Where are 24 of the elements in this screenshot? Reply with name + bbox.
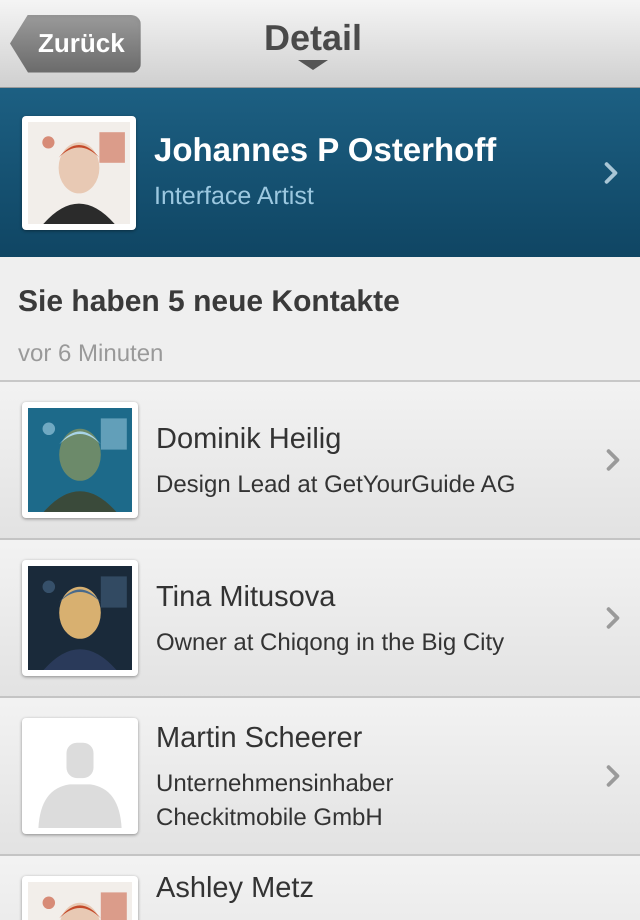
contact-row[interactable]: Martin Scheerer Unternehmensinhaber Checkitmobile GmbH (0, 698, 640, 856)
back-button[interactable]: Zurück (10, 14, 141, 72)
profile-name: Johannes P Osterhoff (154, 130, 498, 170)
contact-name: Ashley Metz (156, 871, 315, 906)
contact-row[interactable]: Dominik Heilig Design Lead at GetYourGuide AG (0, 382, 640, 540)
contact-description: Checkitmobile GmbH (156, 802, 384, 833)
page-title: Detail (264, 20, 362, 56)
contact-name: Martin Scheerer (156, 721, 364, 756)
contact-description: Design Lead at GetYourGuide AG (156, 470, 516, 500)
notice-time: vor 6 Minuten (18, 339, 164, 369)
chevron-right-icon (604, 162, 618, 184)
contact-name: Dominik Heilig (156, 422, 342, 458)
chevron-right-icon (606, 607, 620, 629)
contact-description: Owner at Chiqong in the Big City (156, 628, 506, 658)
contact-row[interactable]: Ashley Metz (0, 856, 640, 920)
chevron-right-icon (606, 765, 620, 787)
contact-name: Tina Mitusova (156, 580, 336, 616)
profile-header[interactable]: Johannes P Osterhoff Interface Artist (0, 88, 640, 257)
dropdown-triangle-icon (298, 60, 328, 70)
notice-title: Sie haben 5 neue Kontakte (18, 284, 401, 320)
contact-description: Unternehmensinhaber (156, 768, 394, 799)
chevron-right-icon (606, 449, 620, 471)
profile-role: Interface Artist (154, 181, 315, 212)
contact-row[interactable]: Tina Mitusova Owner at Chiqong in the Big City (0, 540, 640, 698)
